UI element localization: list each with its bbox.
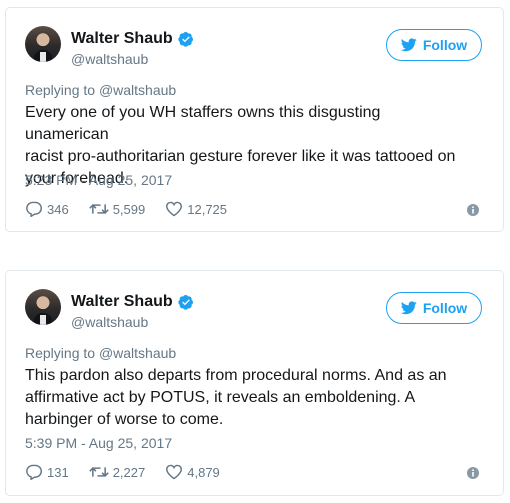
retweet-icon <box>88 204 109 214</box>
replying-prefix: Replying to <box>25 82 96 98</box>
reply-icon <box>26 201 42 217</box>
replying-to-line: Replying to @waltshaub <box>25 345 176 361</box>
follow-label: Follow <box>422 300 468 316</box>
tweet-text-line: This pardon also departs from procedural… <box>25 367 447 384</box>
reply-count: 131 <box>47 464 69 480</box>
tweet-actions: 346 5,599 12,725 <box>25 201 247 217</box>
replying-mention[interactable]: @waltshaub <box>99 345 176 361</box>
twitter-bird-icon <box>400 38 417 52</box>
twitter-bird-icon <box>400 301 417 315</box>
tweet-actions: 131 2,227 4,879 <box>25 464 240 480</box>
tweet-text: This pardon also departs from procedural… <box>25 365 465 431</box>
retweet-count: 2,227 <box>112 464 146 480</box>
heart-icon <box>166 464 183 480</box>
tweet-card: Walter Shaub @waltshaub Follow Replying … <box>5 270 504 496</box>
reply-action[interactable]: 346 <box>25 201 69 217</box>
avatar[interactable] <box>25 26 61 62</box>
display-name[interactable]: Walter Shaub <box>71 293 173 311</box>
reply-icon <box>26 464 42 480</box>
follow-button[interactable]: Follow <box>386 292 482 324</box>
replying-mention[interactable]: @waltshaub <box>99 82 176 98</box>
info-icon[interactable] <box>467 467 479 479</box>
verified-badge-icon <box>177 32 193 47</box>
follow-button[interactable]: Follow <box>386 29 482 61</box>
follow-label: Follow <box>422 37 468 53</box>
info-icon[interactable] <box>467 204 479 216</box>
handle[interactable]: @waltshaub <box>71 51 148 67</box>
heart-icon <box>166 201 183 217</box>
avatar[interactable] <box>25 289 61 325</box>
author-name-row: Walter Shaub <box>71 293 194 311</box>
tweet-text-line: harbinger of worse to come. <box>25 411 224 428</box>
like-action[interactable]: 12,725 <box>165 201 227 217</box>
retweet-action[interactable]: 2,227 <box>88 464 146 480</box>
reply-count: 346 <box>47 201 69 217</box>
retweet-icon <box>88 467 109 477</box>
tweet-text-line: affirmative act by POTUS, it reveals an … <box>25 389 416 406</box>
tweet-card: Walter Shaub @waltshaub Follow Replying … <box>5 7 504 232</box>
retweet-action[interactable]: 5,599 <box>88 201 146 217</box>
timestamp[interactable]: 5:39 PM - Aug 25, 2017 <box>25 435 172 451</box>
retweet-count: 5,599 <box>112 201 146 217</box>
replying-to-line: Replying to @waltshaub <box>25 82 176 98</box>
handle[interactable]: @waltshaub <box>71 314 148 330</box>
display-name[interactable]: Walter Shaub <box>71 30 173 48</box>
reply-action[interactable]: 131 <box>25 464 69 480</box>
tweet-text-line: Every one of you WH staffers owns this d… <box>25 104 381 143</box>
tweet-text-line: racist pro-authoritarian gesture forever… <box>25 148 456 165</box>
like-count: 12,725 <box>187 201 228 217</box>
timestamp[interactable]: 5:23 PM - Aug 25, 2017 <box>25 172 172 188</box>
verified-badge-icon <box>177 295 193 310</box>
author-name-row: Walter Shaub <box>71 30 194 48</box>
replying-prefix: Replying to <box>25 345 96 361</box>
like-count: 4,879 <box>187 464 220 480</box>
like-action[interactable]: 4,879 <box>165 464 220 480</box>
